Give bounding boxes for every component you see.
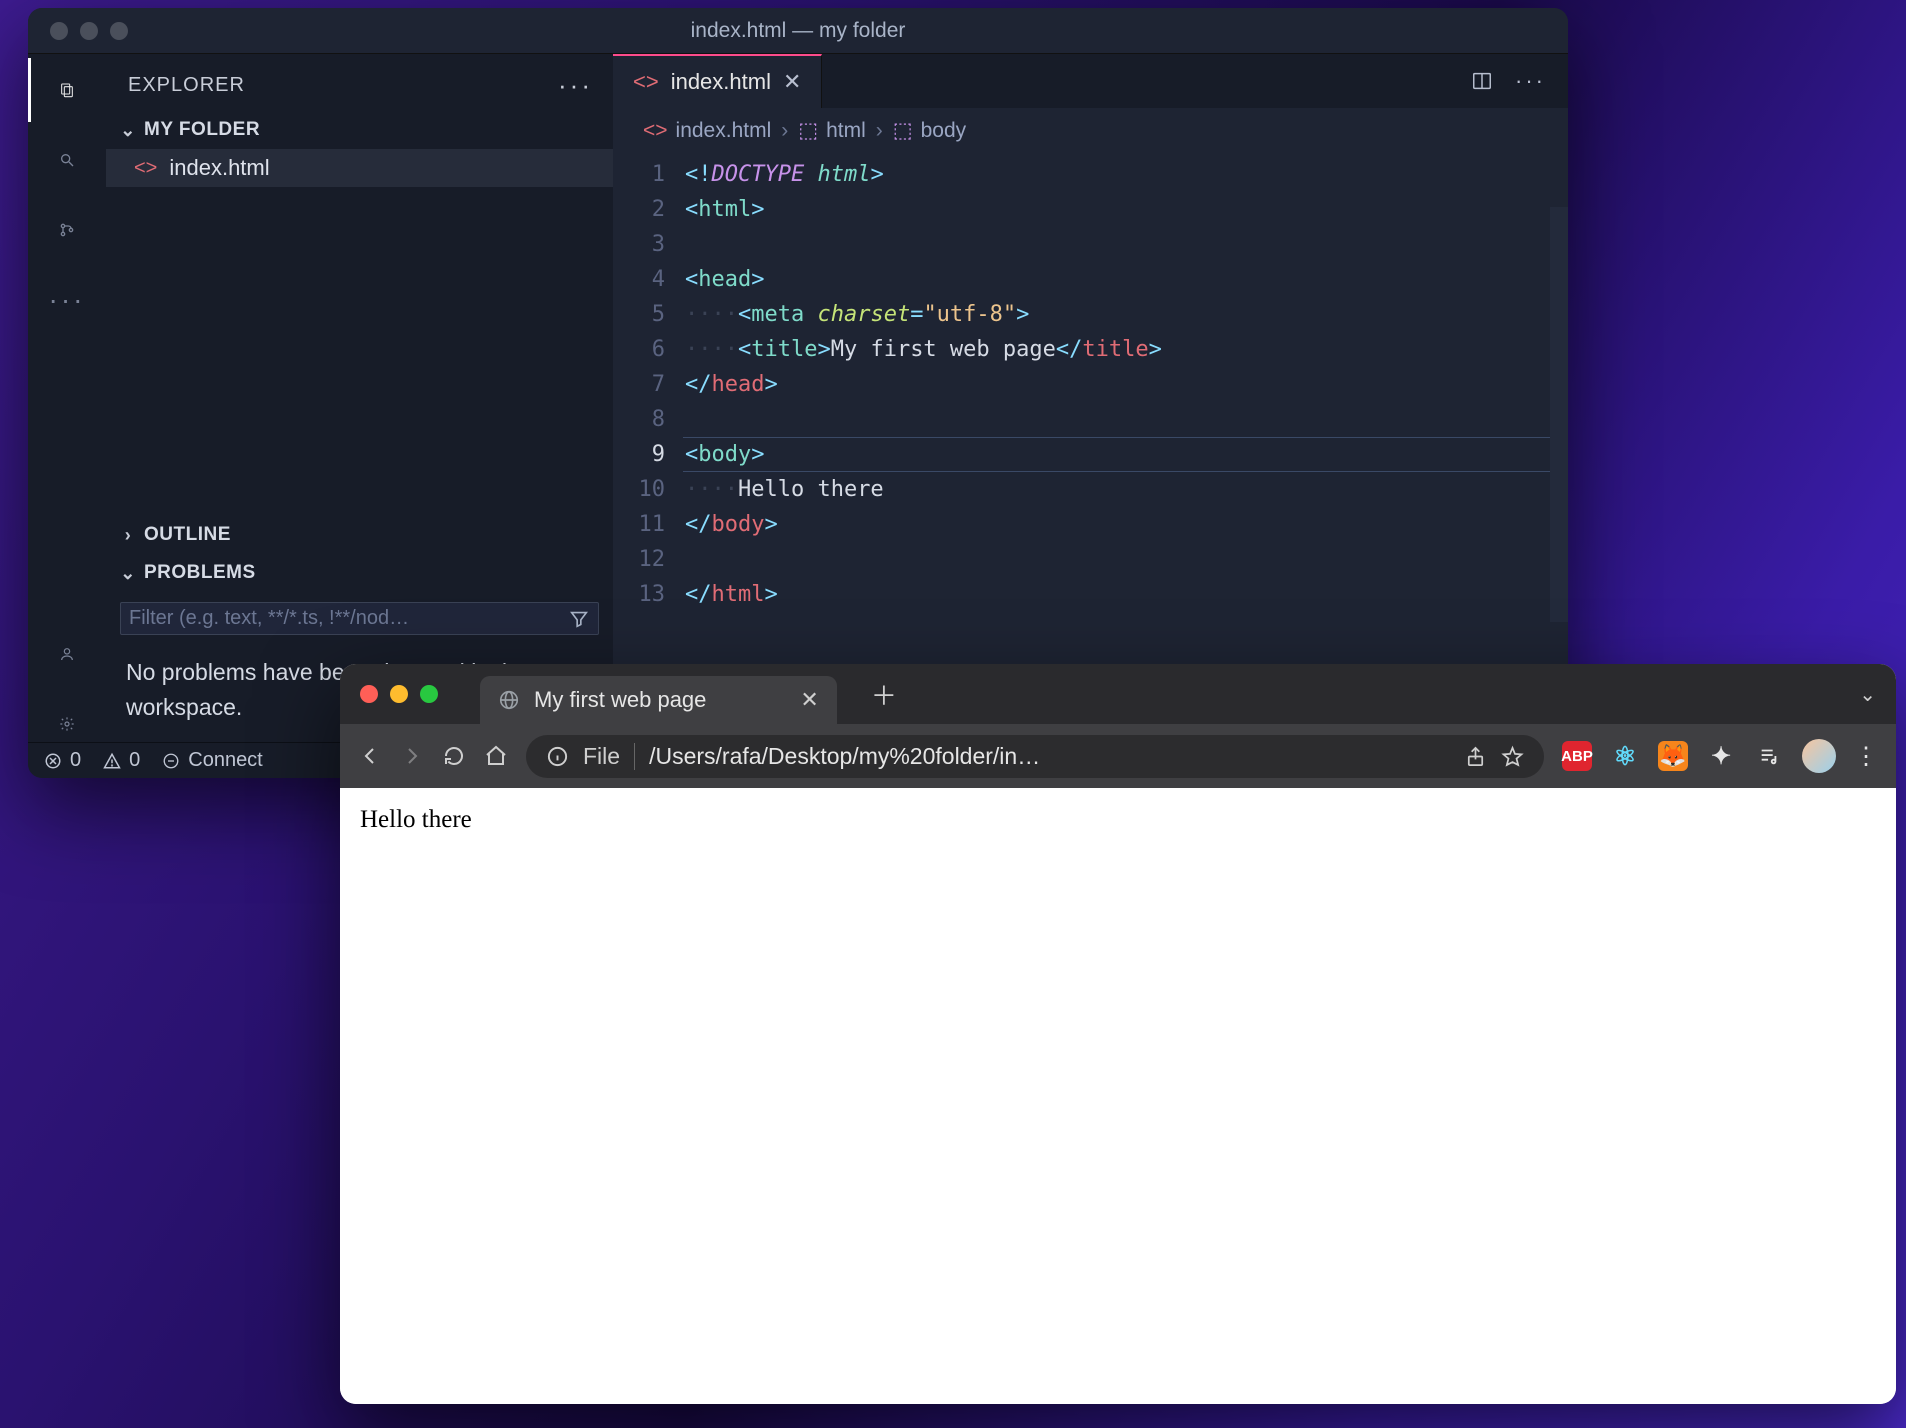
reload-button[interactable]	[442, 744, 466, 768]
explorer-icon[interactable]	[49, 72, 85, 108]
chevron-down-icon: ⌄	[120, 120, 136, 141]
browser-traffic-lights[interactable]	[360, 685, 438, 703]
vscode-window: index.html — my folder ··· EXPLORE	[28, 8, 1568, 778]
minimap[interactable]	[1550, 207, 1568, 622]
more-icon[interactable]: ···	[49, 282, 85, 318]
sidebar-title: EXPLORER	[128, 74, 245, 97]
html-file-icon: <>	[134, 157, 157, 180]
breadcrumb-item: ⬚body	[893, 118, 966, 143]
account-icon[interactable]	[49, 636, 85, 672]
back-button[interactable]	[358, 744, 382, 768]
status-errors[interactable]: 0	[44, 749, 81, 772]
breadcrumb[interactable]: <>index.html › ⬚html › ⬚body	[613, 108, 1568, 153]
addr-scheme: File	[583, 743, 635, 770]
page-body-text: Hello there	[360, 806, 472, 833]
status-warnings[interactable]: 0	[103, 749, 140, 772]
breadcrumb-sep: ›	[781, 119, 788, 143]
sidebar: EXPLORER ··· ⌄ MY FOLDER <> index.html ›…	[106, 54, 613, 742]
browser-menu-icon[interactable]: ⋮	[1854, 742, 1878, 771]
ext-react-icon[interactable]: ⚛	[1610, 741, 1640, 771]
problems-filter-input[interactable]	[129, 607, 568, 630]
editor-tab[interactable]: <> index.html ✕	[613, 54, 822, 108]
symbol-icon: ⬚	[893, 118, 913, 143]
split-editor-icon[interactable]	[1471, 70, 1493, 92]
browser-toolbar: File /Users/rafa/Desktop/my%20folder/in……	[340, 724, 1896, 788]
settings-gear-icon[interactable]	[49, 706, 85, 742]
chevron-down-icon: ⌄	[120, 563, 136, 584]
profile-avatar[interactable]	[1802, 739, 1836, 773]
problems-filter[interactable]	[120, 602, 599, 635]
html-file-icon: <>	[643, 119, 668, 143]
html-file-icon: <>	[633, 69, 659, 95]
share-icon[interactable]	[1464, 745, 1487, 768]
browser-tab[interactable]: My first web page ✕	[480, 676, 837, 724]
file-name: index.html	[169, 155, 269, 181]
problems-label: PROBLEMS	[144, 562, 256, 584]
close-icon[interactable]: ✕	[783, 69, 801, 95]
vscode-titlebar[interactable]: index.html — my folder	[28, 8, 1568, 54]
editor-tab-label: index.html	[671, 69, 771, 95]
close-icon[interactable]: ✕	[800, 687, 818, 713]
extension-icons: ABP ⚛ 🦊 ✦ ⋮	[1562, 739, 1878, 773]
file-row[interactable]: <> index.html	[106, 149, 613, 187]
activity-bar: ···	[28, 54, 106, 742]
browser-tab-title: My first web page	[534, 687, 706, 713]
addr-url: /Users/rafa/Desktop/my%20folder/in…	[649, 743, 1450, 770]
breadcrumb-item: ⬚html	[798, 118, 866, 143]
site-info-icon[interactable]	[546, 745, 569, 768]
forward-button[interactable]	[400, 744, 424, 768]
editor-area: <> index.html ✕ ··· <>index.html › ⬚html…	[613, 54, 1568, 742]
code-editor[interactable]: 12345678910111213 <!DOCTYPE html><html> …	[613, 153, 1568, 622]
more-icon[interactable]: ···	[1515, 68, 1546, 94]
breadcrumb-item: <>index.html	[643, 119, 771, 143]
editor-actions: ···	[1471, 54, 1568, 108]
ext-metamask-icon[interactable]: 🦊	[1658, 741, 1688, 771]
ext-extensions-icon[interactable]: ✦	[1706, 741, 1736, 771]
line-gutter: 12345678910111213	[613, 157, 685, 612]
bookmark-star-icon[interactable]	[1501, 745, 1524, 768]
status-connect[interactable]: Connect	[162, 749, 263, 772]
outline-label: OUTLINE	[144, 524, 231, 546]
source-control-icon[interactable]	[49, 212, 85, 248]
home-button[interactable]	[484, 744, 508, 768]
sidebar-header: EXPLORER ···	[106, 54, 613, 111]
editor-tabstrip: <> index.html ✕ ···	[613, 54, 1568, 108]
ext-playlist-icon[interactable]	[1754, 741, 1784, 771]
folder-name: MY FOLDER	[144, 119, 260, 141]
globe-icon	[498, 689, 520, 711]
problems-section[interactable]: ⌄ PROBLEMS	[106, 554, 613, 592]
address-bar[interactable]: File /Users/rafa/Desktop/my%20folder/in…	[526, 735, 1544, 778]
ext-abp-icon[interactable]: ABP	[1562, 741, 1592, 771]
outline-section[interactable]: › OUTLINE	[106, 516, 613, 554]
search-icon[interactable]	[49, 142, 85, 178]
code-content[interactable]: <!DOCTYPE html><html> <head>····<meta ch…	[685, 157, 1568, 612]
breadcrumb-sep: ›	[876, 119, 883, 143]
zoom-dot[interactable]	[420, 685, 438, 703]
folder-section[interactable]: ⌄ MY FOLDER	[106, 111, 613, 149]
new-tab-button[interactable]: ＋	[871, 676, 897, 713]
vscode-window-title: index.html — my folder	[28, 19, 1568, 43]
close-dot[interactable]	[360, 685, 378, 703]
sidebar-more-icon[interactable]: ···	[558, 70, 593, 101]
tab-list-chevron-icon[interactable]: ⌄	[1859, 682, 1876, 707]
chevron-right-icon: ›	[120, 525, 136, 546]
filter-icon[interactable]	[568, 608, 590, 630]
browser-titlebar[interactable]: My first web page ✕ ＋ ⌄	[340, 664, 1896, 724]
symbol-icon: ⬚	[798, 118, 818, 143]
browser-window: My first web page ✕ ＋ ⌄ File /Users/rafa…	[340, 664, 1896, 1404]
browser-viewport: Hello there	[340, 788, 1896, 1404]
minimize-dot[interactable]	[390, 685, 408, 703]
